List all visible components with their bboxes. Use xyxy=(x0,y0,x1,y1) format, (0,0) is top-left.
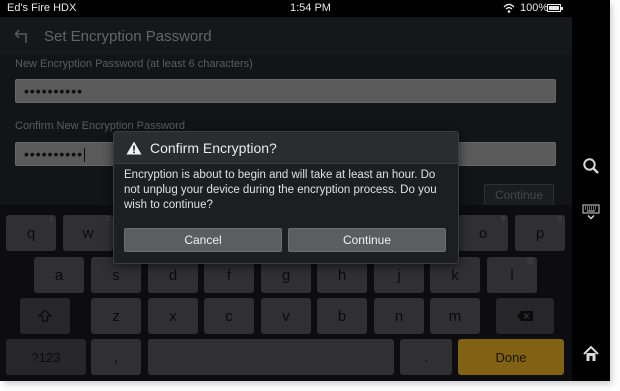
search-icon xyxy=(583,158,599,174)
warning-icon xyxy=(126,141,142,155)
wifi-icon xyxy=(503,3,515,13)
clock: 1:54 PM xyxy=(290,2,331,14)
home-button[interactable] xyxy=(572,339,610,369)
screenshot-frame: Ed's Fire HDX 1:54 PM 100% Set Encryptio… xyxy=(0,0,620,391)
continue-button[interactable]: Continue xyxy=(288,228,446,252)
device-name: Ed's Fire HDX xyxy=(7,2,77,14)
dialog-message: Encryption is about to begin and will ta… xyxy=(124,169,437,211)
search-button[interactable] xyxy=(572,151,610,181)
system-nav-bar xyxy=(572,17,610,381)
dialog-header: Confirm Encryption? xyxy=(114,132,458,164)
battery-icon xyxy=(547,4,563,12)
device-screen: Ed's Fire HDX 1:54 PM 100% Set Encryptio… xyxy=(0,0,610,381)
home-icon xyxy=(583,345,599,361)
battery-fill xyxy=(549,6,559,10)
confirm-encryption-dialog: Confirm Encryption? Encryption is about … xyxy=(113,131,459,264)
keyboard-hide-icon xyxy=(582,204,600,220)
dialog-title: Confirm Encryption? xyxy=(150,140,277,156)
battery-percent: 100% xyxy=(520,2,549,14)
keyboard-hide-button[interactable] xyxy=(572,197,610,227)
cancel-button[interactable]: Cancel xyxy=(124,228,282,252)
status-bar: Ed's Fire HDX 1:54 PM 100% xyxy=(0,0,610,17)
